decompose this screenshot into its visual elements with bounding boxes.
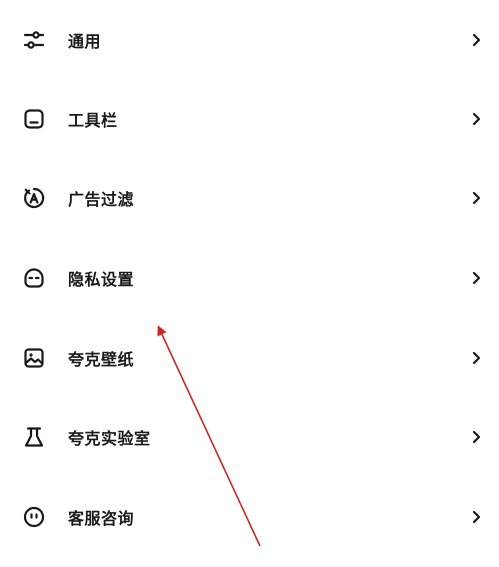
sliders-icon xyxy=(22,28,46,52)
wallpaper-icon xyxy=(22,346,46,370)
menu-item-label: 客服咨询 xyxy=(68,509,135,528)
menu-item-toolbar[interactable]: 工具栏 xyxy=(0,79,499,159)
toolbar-icon xyxy=(22,107,46,131)
menu-item-label: 夸克实验室 xyxy=(68,429,151,448)
menu-item-support[interactable]: 客服咨询 xyxy=(0,477,499,557)
menu-item-lab[interactable]: 夸克实验室 xyxy=(0,397,499,477)
ad-block-icon xyxy=(22,186,46,210)
support-face-icon xyxy=(22,505,46,529)
chevron-right-icon xyxy=(470,33,482,47)
menu-item-general[interactable]: 通用 xyxy=(0,0,499,80)
flask-icon xyxy=(22,425,46,449)
menu-item-label: 通用 xyxy=(68,32,102,51)
menu-item-label: 隐私设置 xyxy=(68,270,135,289)
menu-item-wallpaper[interactable]: 夸克壁纸 xyxy=(0,318,499,398)
privacy-mask-icon xyxy=(22,266,46,290)
chevron-right-icon xyxy=(470,191,482,205)
menu-item-label: 夸克壁纸 xyxy=(68,350,135,369)
settings-menu: 通用 工具栏 广告过滤 隐私设置 夸克壁纸 夸克实验室 客服咨询 xyxy=(0,0,499,567)
menu-item-privacy[interactable]: 隐私设置 xyxy=(0,238,499,318)
chevron-right-icon xyxy=(470,271,482,285)
menu-item-label: 工具栏 xyxy=(68,111,118,130)
menu-item-label: 广告过滤 xyxy=(68,190,135,209)
chevron-right-icon xyxy=(470,510,482,524)
chevron-right-icon xyxy=(470,430,482,444)
chevron-right-icon xyxy=(470,351,482,365)
menu-item-ad-filter[interactable]: 广告过滤 xyxy=(0,158,499,238)
chevron-right-icon xyxy=(470,112,482,126)
